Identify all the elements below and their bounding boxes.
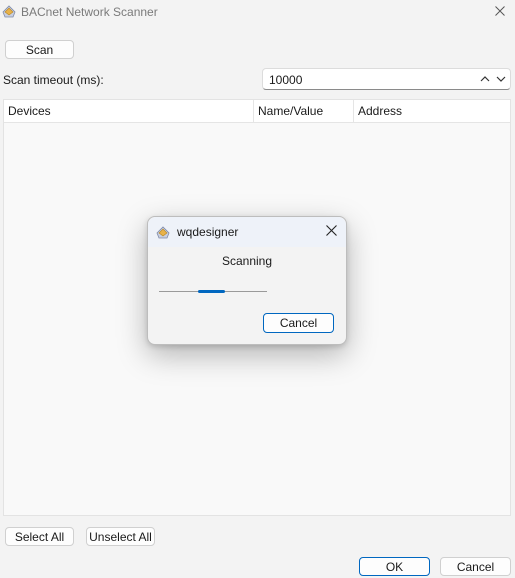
spin-up-icon[interactable] <box>478 72 492 86</box>
app-icon <box>155 224 171 240</box>
progress-bar <box>159 290 267 293</box>
dialog-title-bar: wqdesigner <box>148 217 346 247</box>
dialog-title: wqdesigner <box>177 225 239 239</box>
spin-down-icon[interactable] <box>494 72 508 86</box>
scanning-dialog: wqdesigner Scanning Cancel <box>147 216 347 345</box>
ok-button[interactable]: OK <box>359 557 430 576</box>
unselect-all-button[interactable]: Unselect All <box>86 527 155 546</box>
dialog-message: Scanning <box>221 254 273 268</box>
scan-button[interactable]: Scan <box>5 40 74 59</box>
cancel-button[interactable]: Cancel <box>440 557 511 576</box>
select-all-button[interactable]: Select All <box>5 527 74 546</box>
scan-timeout-label: Scan timeout (ms): <box>3 73 104 87</box>
close-icon <box>325 225 337 239</box>
column-header-devices[interactable]: Devices <box>4 100 253 122</box>
dialog-close-button[interactable] <box>322 223 340 241</box>
scan-timeout-value: 10000 <box>269 73 303 87</box>
title-bar: BACnet Network Scanner <box>0 0 515 24</box>
column-header-address[interactable]: Address <box>353 100 510 122</box>
window-title: BACnet Network Scanner <box>21 5 158 19</box>
table-header: Devices Name/Value Address <box>4 100 510 123</box>
progress-indicator <box>198 290 225 293</box>
app-icon <box>1 3 17 19</box>
close-icon <box>495 5 505 19</box>
column-header-name-value[interactable]: Name/Value <box>253 100 353 122</box>
dialog-cancel-button[interactable]: Cancel <box>263 313 334 333</box>
scan-timeout-spinbox[interactable]: 10000 <box>262 68 511 90</box>
window-close-button[interactable] <box>485 0 515 24</box>
